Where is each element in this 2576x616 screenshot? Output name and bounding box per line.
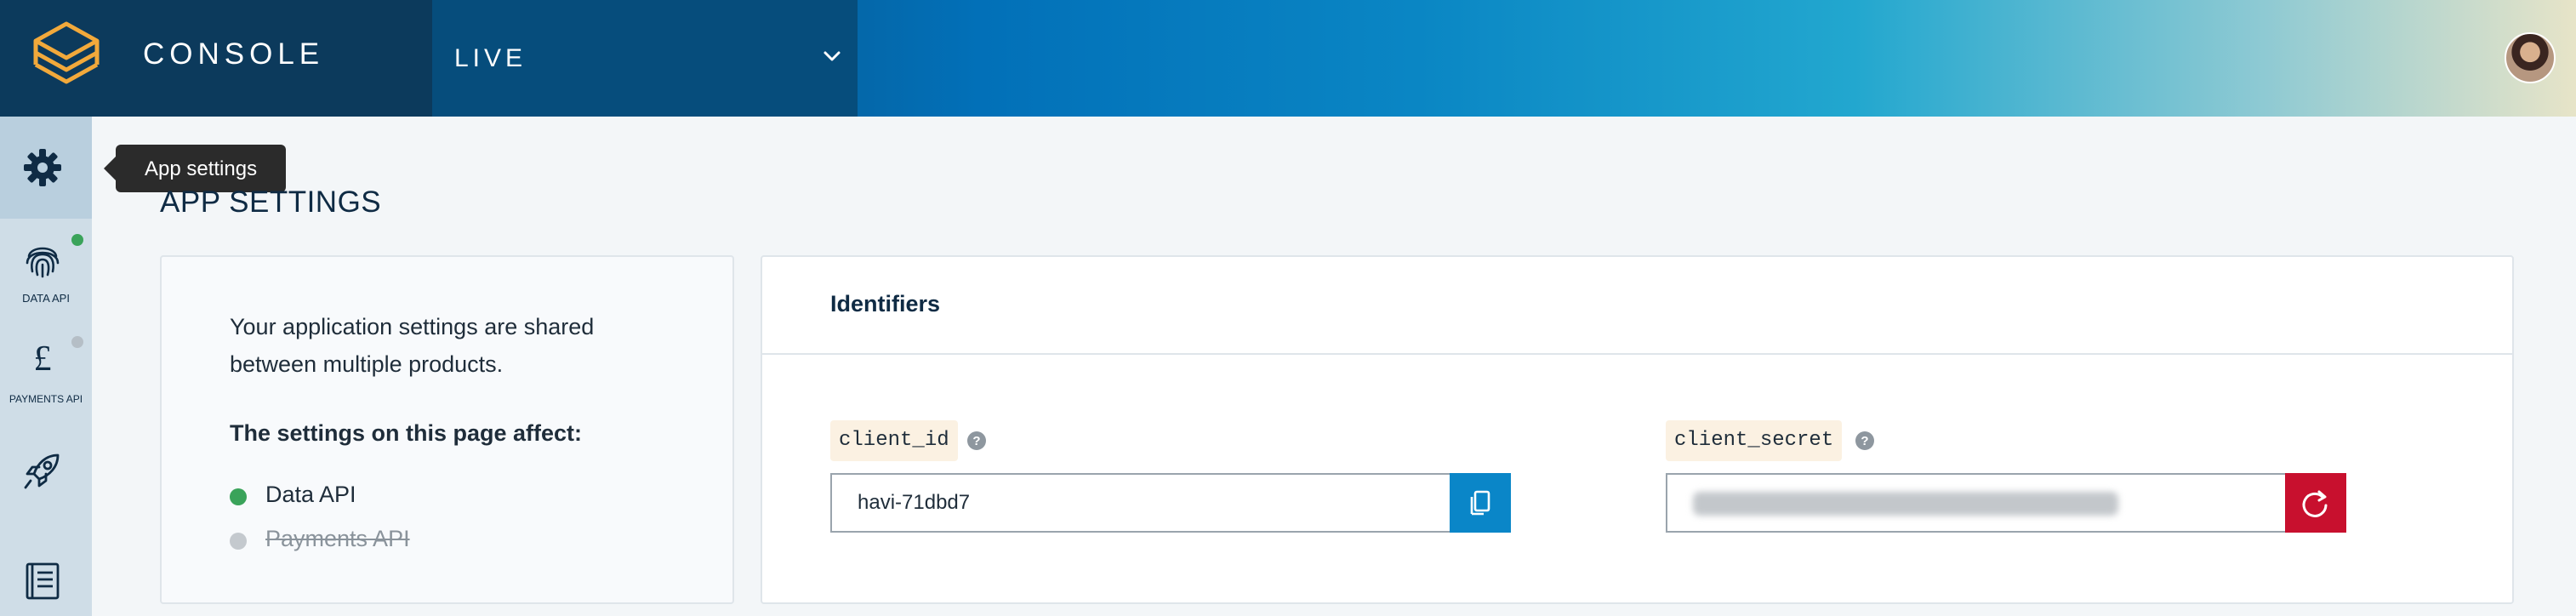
environment-selector[interactable]: LIVE bbox=[432, 0, 858, 117]
sidebar-item-launch[interactable] bbox=[0, 423, 92, 525]
sidebar-item-app-settings[interactable] bbox=[0, 117, 92, 219]
regenerate-secret-button[interactable] bbox=[2285, 473, 2346, 533]
data-api-status-dot bbox=[71, 234, 83, 246]
copy-icon bbox=[1470, 490, 1490, 516]
svg-text:£: £ bbox=[34, 339, 52, 379]
client-secret-field bbox=[1666, 473, 2346, 533]
pound-icon: £ bbox=[34, 339, 52, 379]
sidebar-item-payments-api[interactable]: £ PAYMENTS API bbox=[0, 321, 92, 423]
sidebar-item-data-api[interactable]: DATA API bbox=[0, 219, 92, 321]
svg-text:?: ? bbox=[972, 434, 980, 448]
client-id-field bbox=[830, 473, 1511, 533]
sidebar: DATA API £ PAYMENTS API bbox=[0, 117, 92, 616]
svg-text:?: ? bbox=[1861, 434, 1868, 448]
gear-icon bbox=[24, 149, 61, 186]
product-label: Data API bbox=[265, 482, 356, 507]
brand-title: CONSOLE bbox=[143, 37, 325, 71]
page-title: APP SETTINGS bbox=[160, 185, 382, 219]
identifiers-title: Identifiers bbox=[830, 291, 941, 317]
identifiers-card: Identifiers client_id ? client_secret ? bbox=[761, 255, 2514, 604]
rocket-icon bbox=[24, 453, 60, 489]
tooltip-text: App settings bbox=[145, 157, 258, 180]
status-dot bbox=[230, 488, 247, 505]
affects-heading: The settings on this page affect: bbox=[230, 420, 583, 446]
fingerprint-icon bbox=[26, 247, 60, 278]
user-avatar[interactable] bbox=[2505, 32, 2556, 83]
product-label: Payments API bbox=[265, 526, 410, 551]
status-dot bbox=[230, 533, 247, 550]
client-secret-label: client_secret bbox=[1666, 420, 1843, 461]
info-card: Your application settings are shared bet… bbox=[160, 255, 734, 604]
sidebar-item-docs[interactable] bbox=[0, 525, 92, 616]
client-id-input[interactable] bbox=[832, 475, 1450, 531]
brand-area[interactable]: CONSOLE bbox=[0, 0, 432, 117]
identifiers-header: Identifiers bbox=[762, 257, 2512, 355]
info-description: Your application settings are shared bet… bbox=[230, 314, 595, 377]
copy-button[interactable] bbox=[1450, 473, 1511, 533]
help-icon[interactable]: ? bbox=[966, 431, 987, 451]
sidebar-caption-data-api: DATA API bbox=[22, 292, 70, 305]
top-bar: CONSOLE LIVE bbox=[0, 0, 2576, 117]
help-icon[interactable]: ? bbox=[1855, 431, 1875, 451]
refresh-icon bbox=[2302, 490, 2328, 517]
book-icon bbox=[26, 562, 60, 600]
chevron-down-icon bbox=[824, 51, 841, 61]
layers-logo-icon bbox=[33, 21, 100, 84]
client-id-label: client_id bbox=[830, 420, 958, 461]
masked-secret-value bbox=[1693, 492, 2118, 516]
environment-label: LIVE bbox=[454, 44, 527, 72]
sidebar-caption-payments-api: PAYMENTS API bbox=[9, 393, 83, 405]
payments-api-status-dot bbox=[71, 336, 83, 348]
